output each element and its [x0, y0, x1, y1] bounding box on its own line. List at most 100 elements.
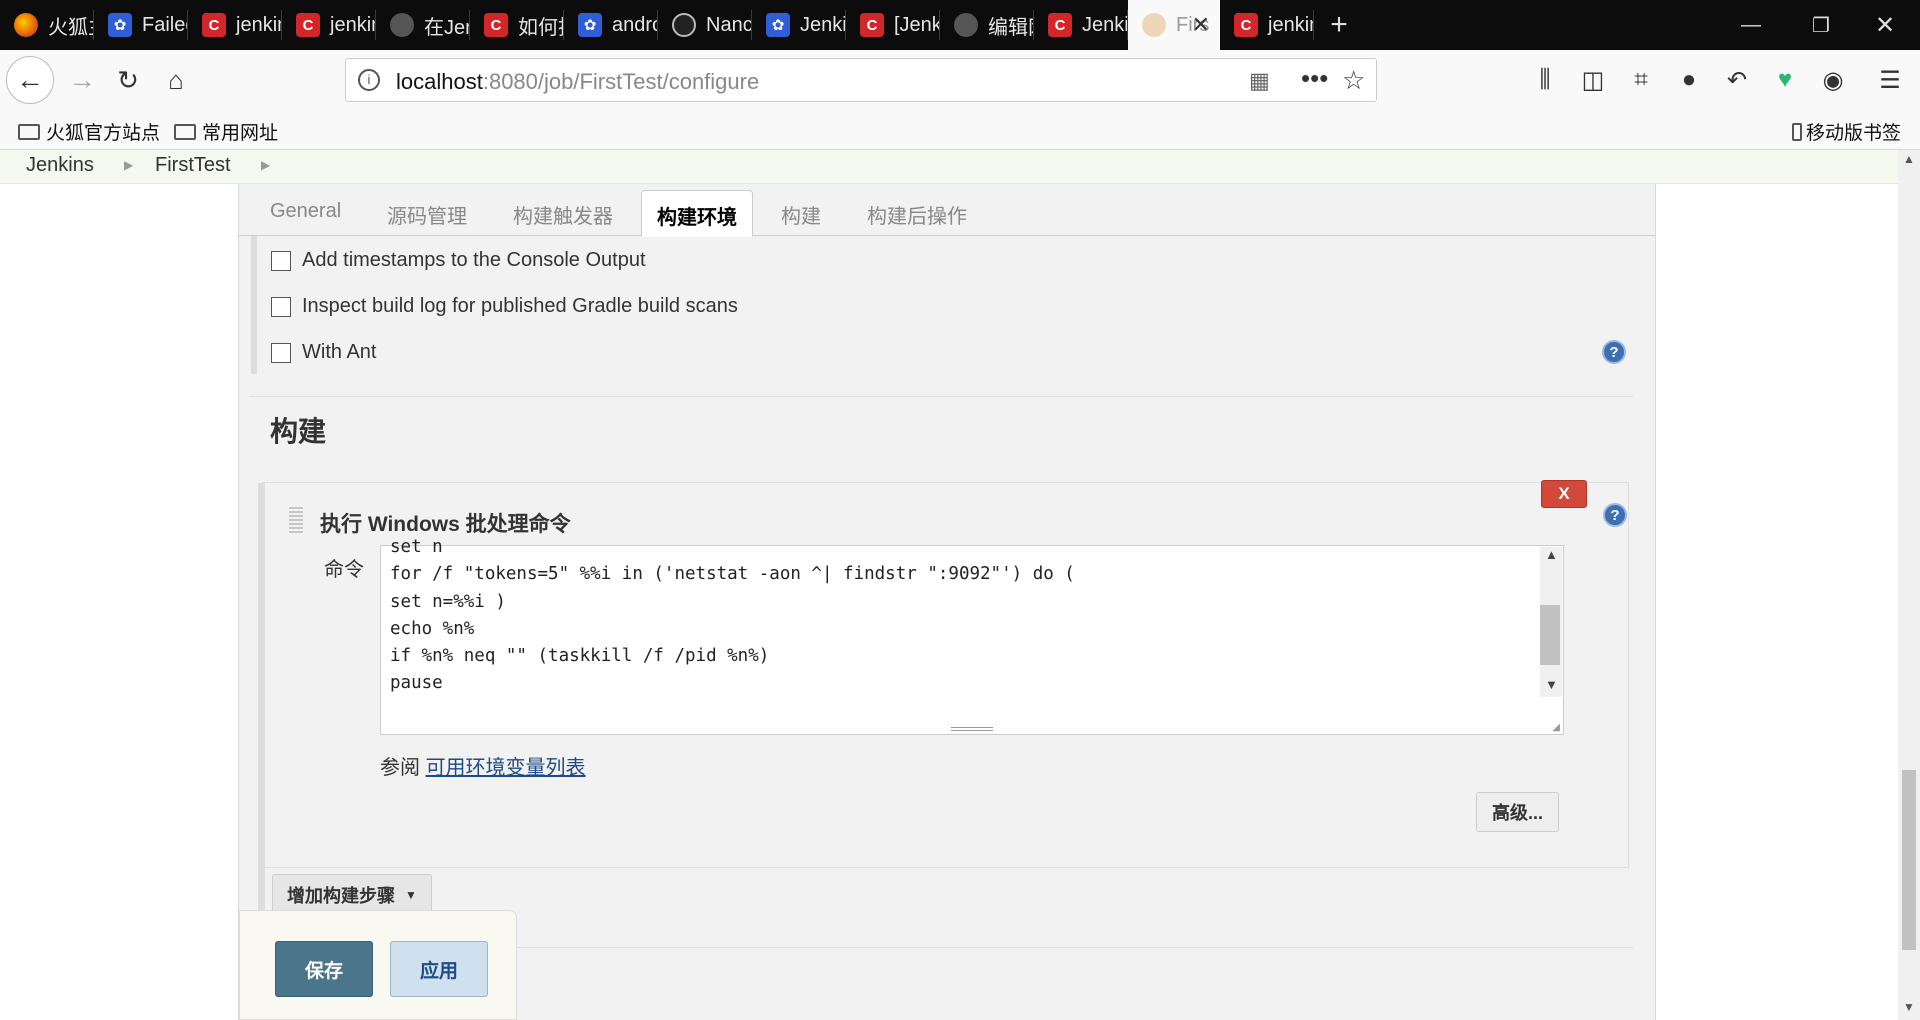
home-button[interactable]: ⌂: [152, 56, 200, 104]
github-icon: [672, 13, 696, 37]
breadcrumb-jenkins[interactable]: Jenkins: [26, 154, 94, 177]
new-tab-button[interactable]: +: [1314, 0, 1364, 50]
env-vars-link[interactable]: 可用环境变量列表: [426, 757, 586, 779]
bottom-sticky-bar: 保存 应用: [239, 910, 517, 1020]
browser-tab[interactable]: C如何找: [470, 0, 564, 50]
tab-triggers[interactable]: 构建触发器: [513, 200, 613, 229]
folder-icon: [174, 123, 196, 140]
breadcrumb-job[interactable]: FirstTest: [155, 154, 231, 177]
bookmark-star-icon[interactable]: ☆: [1342, 65, 1365, 96]
tab-general[interactable]: General: [270, 200, 341, 223]
browser-tab[interactable]: ✿Failed: [94, 0, 188, 50]
option-label: Add timestamps to the Console Output: [302, 249, 646, 271]
bookmark-folder[interactable]: 火狐官方站点: [18, 118, 160, 145]
mobile-bookmarks[interactable]: 移动版书签: [1792, 118, 1901, 145]
extension-icon[interactable]: ♥: [1761, 56, 1809, 104]
restore-icon[interactable]: ❐: [1786, 0, 1856, 50]
browser-tab-active[interactable]: Firs ✕: [1128, 0, 1220, 50]
browser-tab[interactable]: CJenkin: [1034, 0, 1128, 50]
url-text[interactable]: localhost:8080/job/FirstTest/configure: [396, 69, 759, 95]
option-label: With Ant: [302, 341, 377, 363]
bookmark-folder[interactable]: 常用网址: [174, 118, 278, 145]
save-button[interactable]: 保存: [275, 941, 373, 997]
jenkins-icon: [1142, 13, 1166, 37]
csdn-icon: C: [484, 13, 508, 37]
scroll-up-icon[interactable]: ▲: [1545, 547, 1558, 562]
timestamps-checkbox[interactable]: [271, 250, 291, 271]
browser-tab[interactable]: 火狐主页: [0, 0, 94, 50]
account-icon[interactable]: ◉: [1809, 56, 1857, 104]
resize-handle-icon[interactable]: [951, 727, 993, 731]
drag-handle-icon[interactable]: [289, 507, 303, 533]
resize-grip-icon[interactable]: ◢: [1552, 722, 1560, 733]
browser-tab[interactable]: ✿Jenkin: [752, 0, 846, 50]
scroll-down-icon[interactable]: ▼: [1545, 677, 1558, 692]
csdn-icon: C: [1048, 13, 1072, 37]
sidebar-icon[interactable]: ◫: [1569, 56, 1617, 104]
tab-build[interactable]: 构建: [781, 200, 821, 229]
firefox-icon: [14, 13, 38, 37]
close-tab-icon[interactable]: ✕: [1192, 12, 1210, 38]
divider: [249, 396, 1633, 397]
apply-button[interactable]: 应用: [390, 941, 488, 997]
page-scrollbar[interactable]: ▲ ▼: [1898, 150, 1920, 1020]
breadcrumb-arrow-icon[interactable]: ▶: [124, 158, 133, 172]
undo-icon[interactable]: ↶: [1713, 56, 1761, 104]
command-textarea[interactable]: set n for /f "tokens=5" %%i in ('netstat …: [380, 537, 1564, 735]
with-ant-checkbox[interactable]: [271, 342, 291, 363]
config-tabs: General 源码管理 构建触发器 构建环境 构建 构建后操作: [239, 184, 1655, 237]
screenshot-icon[interactable]: ⌗: [1617, 56, 1665, 104]
folder-icon: [18, 123, 40, 140]
browser-tab[interactable]: 编辑网: [940, 0, 1034, 50]
gradle-scans-checkbox[interactable]: [271, 296, 291, 317]
help-icon[interactable]: ?: [1602, 340, 1626, 364]
csdn-icon: C: [1234, 13, 1258, 37]
forward-button[interactable]: →: [58, 56, 106, 104]
option-label: Inspect build log for published Gradle b…: [302, 295, 738, 317]
browser-tab[interactable]: Cjenkins: [282, 0, 376, 50]
phone-icon: [1792, 122, 1802, 141]
url-bar[interactable]: i localhost:8080/job/FirstTest/configure…: [345, 58, 1377, 102]
csdn-icon: C: [860, 13, 884, 37]
tab-scm[interactable]: 源码管理: [387, 200, 467, 229]
section-title: 构建: [270, 416, 327, 447]
advanced-button[interactable]: 高级...: [1476, 792, 1559, 832]
reload-button[interactable]: ↻: [104, 56, 152, 104]
window-close-icon[interactable]: ✕: [1850, 0, 1920, 50]
code-line: set n=%%i ): [390, 591, 506, 612]
help-icon[interactable]: ?: [1603, 503, 1627, 527]
browser-tab[interactable]: ✿ andro: [564, 0, 658, 50]
code-line: set n: [390, 537, 443, 557]
tab-build-env[interactable]: 构建环境: [641, 190, 753, 237]
browser-tab[interactable]: 在Jenk: [376, 0, 470, 50]
scroll-down-icon[interactable]: ▼: [1903, 1000, 1915, 1014]
tab-post-build[interactable]: 构建后操作: [867, 200, 967, 229]
scroll-up-icon[interactable]: ▲: [1903, 152, 1915, 166]
baidu-icon: ✿: [766, 13, 790, 37]
url-host: localhost: [396, 69, 483, 94]
qr-code-icon[interactable]: ▦: [1249, 68, 1270, 94]
scrollbar-thumb[interactable]: [1540, 605, 1560, 665]
baidu-icon: ✿: [108, 13, 132, 37]
back-button[interactable]: ←: [6, 56, 54, 104]
delete-step-button[interactable]: X: [1541, 480, 1587, 508]
browser-tab[interactable]: Cjenkin: [1220, 0, 1314, 50]
browser-tab[interactable]: Nancy: [658, 0, 752, 50]
chat-icon[interactable]: ●: [1665, 56, 1713, 104]
generic-icon: [954, 13, 978, 37]
page-actions-icon[interactable]: •••: [1301, 63, 1328, 94]
menu-icon[interactable]: ☰: [1866, 56, 1914, 104]
option-with-ant: With Ant: [271, 341, 376, 364]
scrollbar-thumb[interactable]: [1902, 770, 1916, 950]
bookmarks-toolbar: 火狐官方站点 常用网址 移动版书签: [0, 110, 1920, 150]
info-icon[interactable]: i: [358, 69, 380, 91]
browser-tab[interactable]: Cjenkins: [188, 0, 282, 50]
editor-scrollbar[interactable]: ▲ ▼: [1540, 547, 1562, 697]
minimize-icon[interactable]: —: [1716, 0, 1786, 50]
option-gradle-scans: Inspect build log for published Gradle b…: [271, 295, 738, 318]
command-code[interactable]: set n for /f "tokens=5" %%i in ('netstat …: [390, 534, 1075, 698]
browser-tab[interactable]: C[Jenki: [846, 0, 940, 50]
url-path: :8080/job/FirstTest/configure: [482, 69, 760, 94]
breadcrumb-arrow-icon[interactable]: ▶: [261, 158, 270, 172]
library-icon[interactable]: ⫼: [1521, 56, 1569, 104]
